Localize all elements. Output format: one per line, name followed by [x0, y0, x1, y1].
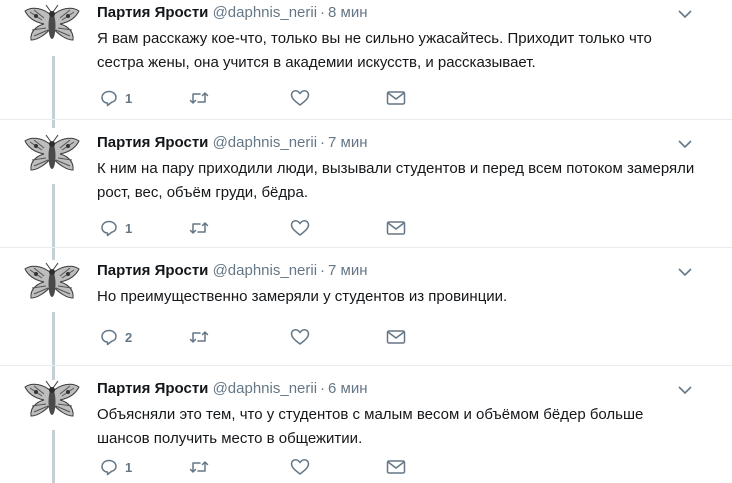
reply-button[interactable]: 1 — [100, 457, 132, 477]
envelope-icon — [386, 221, 406, 235]
timestamp[interactable]: 7 мин — [328, 262, 368, 279]
direct-message-button[interactable] — [386, 218, 406, 238]
moth-avatar-icon[interactable] — [22, 260, 82, 312]
display-name[interactable]: Партия Ярости — [97, 380, 208, 397]
heart-icon — [290, 90, 310, 106]
envelope-icon — [386, 91, 406, 105]
display-name[interactable]: Партия Ярости — [97, 134, 208, 151]
like-button[interactable] — [290, 88, 310, 108]
retweet-button[interactable] — [188, 218, 210, 238]
moth-avatar-icon[interactable] — [22, 132, 82, 184]
chevron-down-icon[interactable] — [676, 7, 694, 21]
moth-avatar-icon[interactable] — [22, 378, 82, 430]
separator: · — [320, 134, 326, 151]
tweet[interactable]: Партия Ярости @daphnis_nerii · 7 мин Но пр… — [0, 248, 732, 366]
tweet-header: Партия Ярости @daphnis_nerii · 8 мин — [97, 4, 368, 22]
timestamp[interactable]: 7 мин — [328, 134, 368, 151]
tweet-text: К ним на пару приходили люди, вызывали с… — [97, 160, 695, 201]
user-handle[interactable]: @daphnis_nerii — [213, 262, 317, 279]
timestamp[interactable]: 6 мин — [328, 380, 368, 397]
tweet-actions: 1 — [100, 88, 440, 108]
heart-icon — [290, 220, 310, 236]
retweet-icon — [189, 222, 209, 234]
separator: · — [320, 262, 326, 279]
tweet-text: Я вам расскажу кое-что, только вы не сил… — [97, 30, 652, 71]
reply-button[interactable]: 2 — [100, 327, 132, 347]
direct-message-button[interactable] — [386, 327, 406, 347]
tweet-actions: 1 — [100, 457, 440, 477]
reply-icon — [101, 459, 117, 476]
reply-count: 1 — [125, 459, 133, 475]
reply-count: 1 — [125, 220, 133, 236]
direct-message-button[interactable] — [386, 88, 406, 108]
retweet-icon — [189, 461, 209, 473]
retweet-button[interactable] — [188, 457, 210, 477]
retweet-icon — [189, 331, 209, 343]
heart-icon — [290, 459, 310, 475]
moth-avatar-icon[interactable] — [22, 2, 82, 54]
tweet-text: Но преимущественно замеряли у студентов … — [97, 288, 508, 305]
display-name[interactable]: Партия Ярости — [97, 4, 208, 21]
envelope-icon — [386, 460, 406, 474]
reply-button[interactable]: 1 — [100, 218, 132, 238]
heart-icon — [290, 329, 310, 345]
like-button[interactable] — [290, 327, 310, 347]
timestamp[interactable]: 8 мин — [328, 4, 368, 21]
separator: · — [320, 4, 326, 21]
chevron-down-icon[interactable] — [676, 383, 694, 397]
retweet-button[interactable] — [188, 88, 210, 108]
chevron-down-icon[interactable] — [676, 265, 694, 279]
user-handle[interactable]: @daphnis_nerii — [213, 4, 317, 21]
reply-icon — [101, 90, 117, 107]
envelope-icon — [386, 330, 406, 344]
reply-button[interactable]: 1 — [100, 88, 132, 108]
like-button[interactable] — [290, 457, 310, 477]
tweet-text: Объясняли это тем, что у студентов с мал… — [97, 406, 644, 447]
tweet-header: Партия Ярости @daphnis_nerii · 7 мин — [97, 262, 368, 280]
display-name[interactable]: Партия Ярости — [97, 262, 208, 279]
tweet-header: Партия Ярости @daphnis_nerii · 7 мин — [97, 134, 368, 152]
retweet-icon — [189, 92, 209, 104]
like-button[interactable] — [290, 218, 310, 238]
direct-message-button[interactable] — [386, 457, 406, 477]
tweet-thread: Партия Ярости @daphnis_nerii · 8 мин Я вам… — [0, 0, 732, 483]
tweet-actions: 1 — [100, 218, 440, 238]
tweet-actions: 2 — [100, 327, 440, 347]
retweet-button[interactable] — [188, 327, 210, 347]
reply-icon — [101, 220, 117, 237]
separator: · — [320, 380, 326, 397]
reply-count: 1 — [125, 90, 133, 106]
tweet-header: Партия Ярости @daphnis_nerii · 6 мин — [97, 380, 368, 398]
chevron-down-icon[interactable] — [676, 137, 694, 151]
reply-count: 2 — [125, 329, 133, 345]
reply-icon — [101, 329, 117, 346]
user-handle[interactable]: @daphnis_nerii — [213, 380, 317, 397]
user-handle[interactable]: @daphnis_nerii — [213, 134, 317, 151]
tweet[interactable]: Партия Ярости @daphnis_nerii · 8 мин Я вам… — [0, 0, 732, 120]
